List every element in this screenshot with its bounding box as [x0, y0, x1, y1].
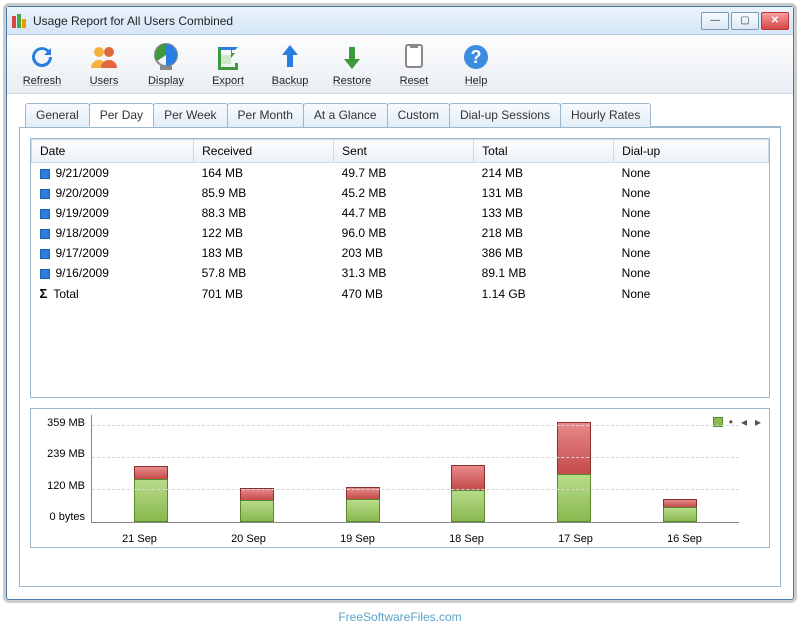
help-icon: ? — [460, 41, 492, 73]
users-icon — [88, 41, 120, 73]
reset-icon — [398, 41, 430, 73]
close-button[interactable]: ✕ — [761, 12, 789, 30]
restore-icon — [336, 41, 368, 73]
tab-panel: DateReceivedSentTotalDial-up 9/21/200916… — [19, 127, 781, 587]
x-tick: 16 Sep — [667, 533, 702, 545]
table-row[interactable]: 9/20/200985.9 MB45.2 MB131 MBNone — [32, 183, 769, 203]
chart-bar — [240, 488, 274, 522]
chart-y-axis: 359 MB 239 MB 120 MB 0 bytes — [37, 415, 91, 541]
toolbar-label: Help — [465, 75, 488, 87]
chart-bar — [346, 487, 380, 522]
y-tick: 239 MB — [37, 448, 85, 460]
table-row[interactable]: 9/17/2009183 MB203 MB386 MBNone — [32, 243, 769, 263]
restore-button[interactable]: Restore — [325, 39, 379, 89]
table-row[interactable]: 9/21/2009164 MB49.7 MB214 MBNone — [32, 163, 769, 184]
x-tick: 20 Sep — [231, 533, 266, 545]
row-icon — [40, 209, 50, 219]
toolbar-label: Refresh — [23, 75, 62, 87]
y-tick: 359 MB — [37, 417, 85, 429]
usage-table: DateReceivedSentTotalDial-up 9/21/200916… — [31, 139, 769, 304]
bar-sent — [134, 466, 168, 479]
bar-sent — [451, 465, 485, 490]
bar-received — [240, 500, 274, 522]
table-row[interactable]: 9/19/200988.3 MB44.7 MB133 MBNone — [32, 203, 769, 223]
y-tick: 0 bytes — [37, 511, 85, 523]
chart-x-labels: 21 Sep 20 Sep 19 Sep 18 Sep 17 Sep 16 Sep — [85, 533, 739, 545]
maximize-button[interactable]: ▢ — [731, 12, 759, 30]
bar-received — [134, 479, 168, 522]
table-row[interactable]: 9/18/2009122 MB96.0 MB218 MBNone — [32, 223, 769, 243]
minimize-button[interactable]: — — [701, 12, 729, 30]
tab-per-day[interactable]: Per Day — [89, 103, 154, 127]
x-tick: 17 Sep — [558, 533, 593, 545]
column-header[interactable]: Sent — [334, 140, 474, 163]
backup-icon — [274, 41, 306, 73]
chart-bar — [134, 466, 168, 522]
bar-sent — [557, 422, 591, 475]
chart-bar — [663, 499, 697, 522]
bar-received — [451, 490, 485, 522]
toolbar-label: Reset — [400, 75, 429, 87]
chart-plot — [91, 415, 739, 523]
column-header[interactable]: Total — [474, 140, 614, 163]
export-button[interactable]: Export — [201, 39, 255, 89]
tab-strip: GeneralPer DayPer WeekPer MonthAt a Glan… — [25, 102, 781, 127]
tab-hourly[interactable]: Hourly Rates — [560, 103, 651, 127]
usage-table-container: DateReceivedSentTotalDial-up 9/21/200916… — [30, 138, 770, 398]
bar-received — [557, 474, 591, 522]
column-header[interactable]: Dial-up — [614, 140, 769, 163]
toolbar-label: Users — [90, 75, 119, 87]
users-button[interactable]: Users — [77, 39, 131, 89]
column-header[interactable]: Date — [32, 140, 194, 163]
tab-at-a-glance[interactable]: At a Glance — [303, 103, 388, 127]
tab-dialup[interactable]: Dial-up Sessions — [449, 103, 561, 127]
row-icon — [40, 169, 50, 179]
app-window: Usage Report for All Users Combined — ▢ … — [6, 6, 794, 600]
titlebar: Usage Report for All Users Combined — ▢ … — [7, 7, 793, 35]
bar-received — [346, 499, 380, 522]
tab-general[interactable]: General — [25, 103, 90, 127]
tab-per-week[interactable]: Per Week — [153, 103, 227, 127]
y-tick: 120 MB — [37, 480, 85, 492]
row-icon — [40, 249, 50, 259]
x-tick: 19 Sep — [340, 533, 375, 545]
sigma-icon: Σ — [40, 286, 48, 301]
chart-container: • ◂ ▸ 359 MB239 MB120 MB0 bytes 21 Sep20… — [30, 408, 770, 548]
x-tick: 18 Sep — [449, 533, 484, 545]
help-button[interactable]: ? Help — [449, 39, 503, 89]
toolbar-label: Restore — [333, 75, 372, 87]
toolbar-label: Export — [212, 75, 244, 87]
bar-received — [663, 507, 697, 522]
x-tick: 21 Sep — [122, 533, 157, 545]
chart-prev-icon[interactable]: ◂ — [739, 415, 749, 429]
table-row[interactable]: 9/16/200957.8 MB31.3 MB89.1 MBNone — [32, 263, 769, 283]
column-header[interactable]: Received — [194, 140, 334, 163]
refresh-button[interactable]: Refresh — [15, 39, 69, 89]
tab-custom[interactable]: Custom — [387, 103, 450, 127]
reset-button[interactable]: Reset — [387, 39, 441, 89]
toolbar-label: Display — [148, 75, 184, 87]
toolbar: Refresh Users Display Export Backup Restore Re… — [7, 35, 793, 94]
table-total-row[interactable]: ΣTotal701 MB470 MB1.14 GBNone — [32, 283, 769, 304]
row-icon — [40, 189, 50, 199]
svg-text:?: ? — [471, 47, 482, 67]
backup-button[interactable]: Backup — [263, 39, 317, 89]
chart-next-icon[interactable]: ▸ — [753, 415, 763, 429]
export-icon — [212, 41, 244, 73]
toolbar-label: Backup — [272, 75, 309, 87]
refresh-icon — [26, 41, 58, 73]
row-icon — [40, 229, 50, 239]
window-title: Usage Report for All Users Combined — [33, 14, 701, 28]
display-icon — [150, 41, 182, 73]
row-icon — [40, 269, 50, 279]
display-button[interactable]: Display — [139, 39, 193, 89]
app-icon — [11, 13, 27, 29]
tab-per-month[interactable]: Per Month — [227, 103, 304, 127]
footer-watermark: FreeSoftwareFiles.com — [0, 606, 800, 628]
chart-bar — [451, 465, 485, 522]
bar-sent — [663, 499, 697, 507]
chart-bar — [557, 422, 591, 522]
